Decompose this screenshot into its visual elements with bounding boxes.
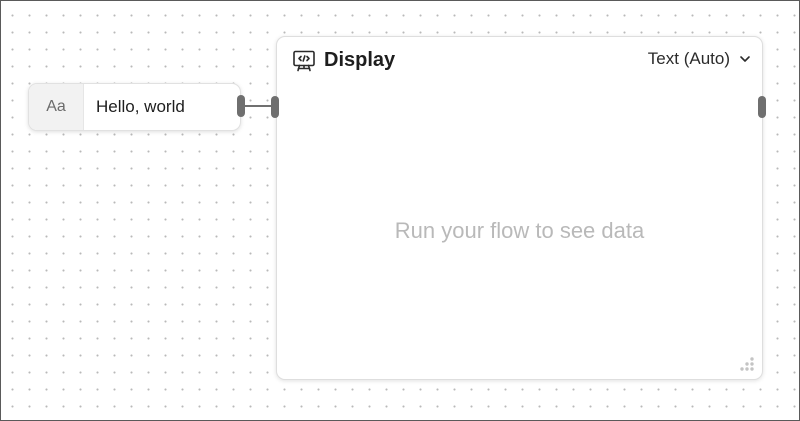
empty-state-message: Run your flow to see data (394, 218, 645, 243)
chevron-down-icon (740, 56, 750, 62)
flow-canvas[interactable]: Aa Hello, world Display Text (Auto) Run … (0, 0, 800, 421)
display-code-icon (293, 50, 315, 72)
display-node[interactable]: Display Text (Auto) Run your flow to see… (276, 36, 763, 380)
display-node-header: Display Text (Auto) (277, 37, 762, 85)
display-mode-dropdown[interactable]: Text (Auto) (648, 49, 752, 69)
display-node-title: Display (324, 49, 396, 71)
text-node[interactable]: Aa Hello, world (28, 83, 241, 131)
display-node-output-handle[interactable] (758, 96, 766, 118)
display-mode-label: Text (Auto) (647, 49, 730, 68)
resize-grip-icon[interactable] (738, 355, 756, 373)
text-node-value[interactable]: Hello, world (84, 84, 185, 130)
display-node-input-handle[interactable] (271, 96, 279, 118)
text-type-icon: Aa (29, 84, 84, 130)
connection-edge[interactable] (244, 105, 273, 107)
